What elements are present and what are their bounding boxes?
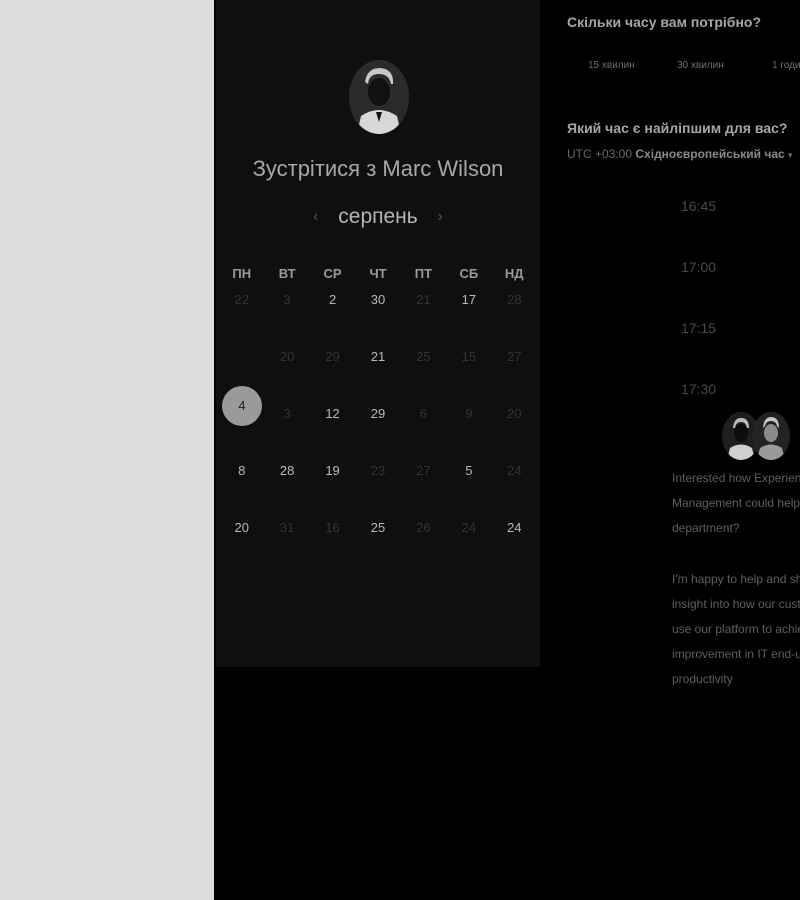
time-slot[interactable]: 17:00: [681, 259, 716, 275]
description-line: Interested how Experienc: [672, 471, 800, 485]
calendar-day: 24: [507, 463, 522, 478]
month-navigation: ‹ серпень ›: [216, 205, 540, 229]
weekday-header: ПН ВТ СР ЧТ ПТ СБ НД: [219, 266, 537, 281]
month-label: серпень: [338, 205, 418, 228]
calendar-day[interactable]: 19: [310, 457, 355, 485]
calendar-day: 29: [325, 349, 340, 364]
weekday-label: ПН: [232, 266, 252, 281]
weekday-label: СБ: [459, 266, 479, 281]
calendar-day[interactable]: 8: [219, 457, 264, 485]
calendar-week-row: 4 20 29 21 25 15 27: [219, 343, 537, 426]
calendar-day: 6: [419, 406, 428, 421]
calendar-day: 31: [279, 520, 295, 535]
calendar-week-row: 8 28 19 23 27 5 24: [219, 457, 537, 514]
weekday-label: ПТ: [414, 266, 433, 281]
description-line: use our platform to achiev: [672, 622, 800, 637]
calendar-day: 25: [416, 349, 431, 364]
duration-question: Скільки часу вам потрібно?: [567, 14, 762, 30]
calendar-day[interactable]: 29: [355, 400, 400, 428]
calendar-day[interactable]: 25: [355, 514, 400, 542]
duration-option-30[interactable]: 30 хвилин: [677, 60, 724, 71]
calendar-day: 22: [234, 292, 249, 307]
host-description: Interested how Experienc Management coul…: [672, 466, 800, 718]
timezone-selector[interactable]: UTC +03:00 Східноєвропейський час ▾: [567, 147, 793, 161]
calendar-week-row: 22 3 2 30 21 17 28: [219, 286, 537, 343]
calendar-day: 27: [507, 349, 522, 364]
calendar-day: 23: [370, 463, 386, 478]
calendar-day[interactable]: 17: [446, 286, 491, 314]
calendar-day: 3: [283, 406, 291, 421]
calendar-day: 20: [507, 406, 522, 421]
calendar-day: 16: [325, 520, 340, 535]
calendar-day[interactable]: 24: [492, 514, 537, 542]
calendar-day: 20: [279, 349, 295, 364]
selected-day-label: 4: [222, 386, 262, 426]
description-line: Management could help y: [672, 496, 800, 511]
duration-option-15[interactable]: 15 хвилин: [588, 60, 635, 71]
calendar-week-row: 13312296920: [219, 400, 537, 457]
host-title: Зустрітися з Marc Wilson: [252, 156, 504, 181]
calendar-day[interactable]: 21: [355, 343, 400, 371]
next-month-icon[interactable]: ›: [424, 208, 457, 225]
weekday-label: ЧТ: [369, 266, 387, 281]
description-line: productivity: [672, 672, 733, 687]
calendar-day: 27: [416, 463, 431, 478]
team-avatar: [752, 412, 790, 460]
time-slot[interactable]: 17:30: [681, 381, 716, 397]
description-line: department?: [672, 521, 740, 536]
description-line: insight into how our custo: [672, 596, 800, 611]
calendar-grid: 2232302117284202921251527133122969208281…: [219, 286, 537, 571]
weekday-label: ВТ: [278, 266, 296, 281]
calendar-day: 21: [416, 292, 431, 307]
calendar-week-row: 20 31 16 25 26 24 24: [219, 514, 537, 571]
prev-month-icon[interactable]: ‹: [299, 208, 332, 225]
calendar-day: 3: [283, 292, 291, 307]
calendar-day: 15: [461, 349, 477, 364]
calendar-day[interactable]: 12: [310, 400, 355, 428]
weekday-label: НД: [504, 266, 524, 281]
time-slot[interactable]: 16:45: [681, 198, 716, 214]
calendar-day[interactable]: 30: [355, 286, 400, 314]
calendar-day: 28: [507, 292, 522, 307]
calendar-day[interactable]: 5: [446, 457, 491, 485]
description-line: improvement in IT end-us: [672, 647, 800, 662]
calendar-day[interactable]: 2: [310, 286, 355, 314]
calendar-day-selected[interactable]: 4: [219, 343, 264, 426]
calendar-day[interactable]: 28: [264, 457, 309, 485]
calendar-day: 9: [465, 406, 473, 421]
left-blank-area: [0, 0, 214, 900]
calendar-day: 26: [416, 520, 431, 535]
host-avatar: [349, 60, 409, 134]
timezone-offset: UTC +03:00: [567, 147, 633, 161]
calendar-day[interactable]: 20: [219, 514, 264, 542]
calendar-day: 24: [461, 520, 477, 535]
weekday-label: СР: [323, 266, 342, 281]
description-line: I'm happy to help and sha: [672, 571, 800, 586]
chevron-down-icon: ▾: [788, 150, 793, 160]
duration-option-60[interactable]: 1 годи: [772, 60, 800, 71]
team-avatars: [722, 412, 794, 462]
timezone-name: Східноєвропейський час: [635, 147, 785, 161]
time-slot[interactable]: 17:15: [681, 320, 716, 336]
time-question: Який час є найліпшим для вас?: [567, 120, 788, 136]
